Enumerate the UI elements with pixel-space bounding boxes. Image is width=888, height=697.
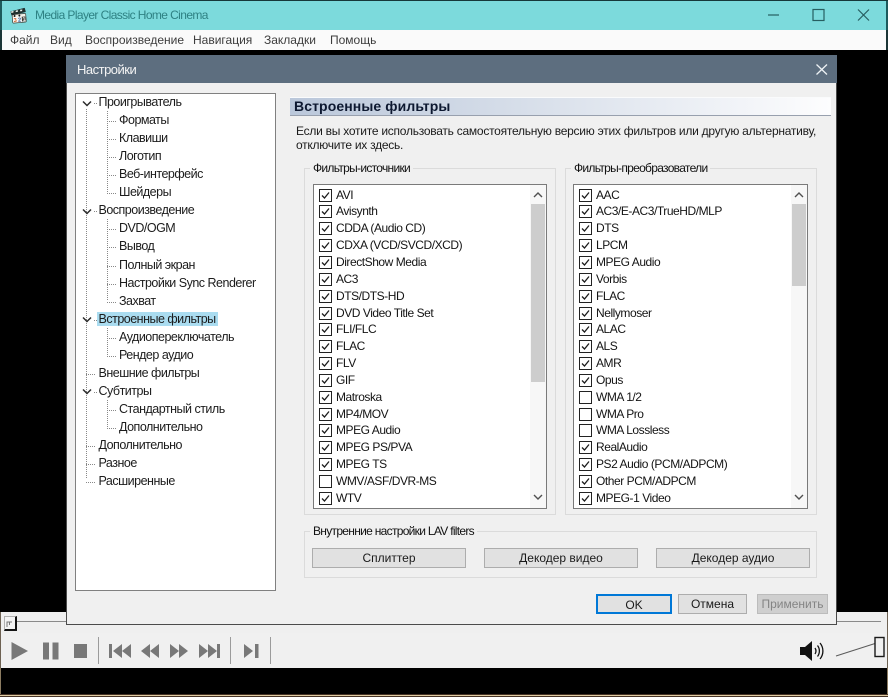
- svg-text:2: 2: [18, 17, 22, 23]
